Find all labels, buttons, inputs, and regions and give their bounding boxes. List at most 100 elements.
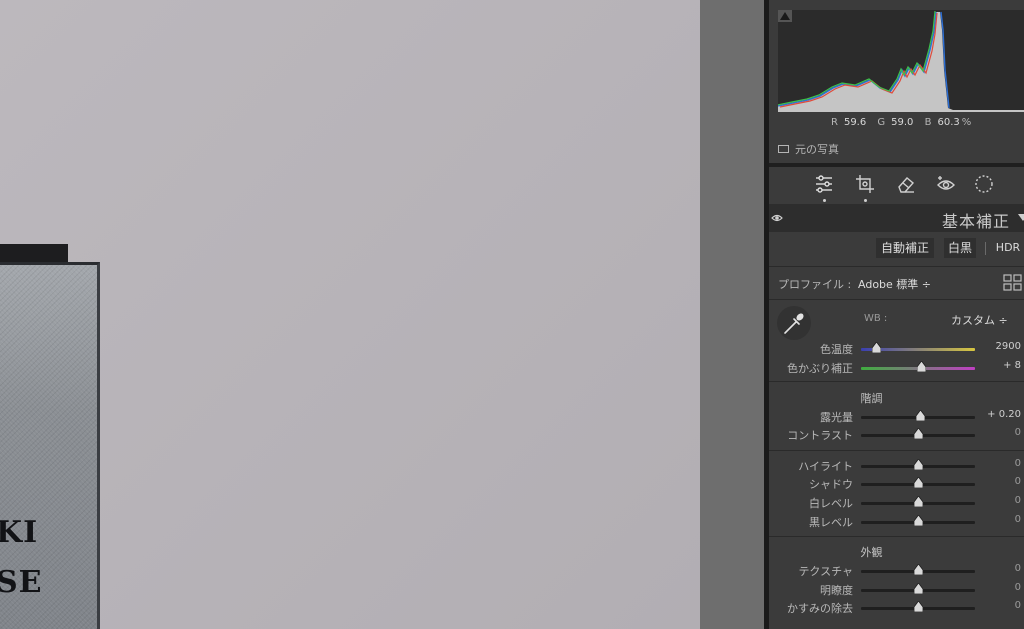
slider-contrast: コントラスト 0 — [769, 427, 1024, 445]
slider-knob-texture[interactable] — [914, 564, 923, 575]
slider-knob-contrast[interactable] — [914, 428, 923, 439]
slider-value-blacks[interactable]: 0 — [1015, 514, 1021, 525]
highlight-clipping-icon[interactable] — [778, 10, 792, 22]
slider-shadows: シャドウ 0 — [769, 476, 1024, 494]
eyedropper-icon — [784, 313, 804, 334]
tone-section-title: 階調 — [860, 392, 883, 405]
g-label: G — [877, 117, 886, 128]
divider — [769, 381, 1024, 382]
profile-browser-icon[interactable] — [1003, 274, 1023, 291]
profile-label: プロファイル : — [778, 278, 852, 291]
slider-highlights: ハイライト 0 — [769, 458, 1024, 476]
divider — [769, 299, 1024, 300]
slider-value-texture[interactable]: 0 — [1015, 563, 1021, 574]
slider-knob-shadows[interactable] — [914, 477, 923, 488]
slider-value-exposure[interactable]: + 0.20 — [987, 409, 1021, 420]
slider-value-shadows[interactable]: 0 — [1015, 476, 1021, 487]
slider-label-texture: テクスチャ — [798, 565, 853, 578]
rgb-readout: R 59.6 G 59.0 B 60.3% — [831, 117, 977, 128]
mask-icon[interactable] — [973, 173, 995, 195]
slider-dehaze: かすみの除去 0 — [769, 600, 1024, 618]
slider-knob-temperature[interactable] — [871, 342, 881, 353]
r-label: R — [831, 117, 838, 128]
original-photo-toggle[interactable]: 元の写真 — [778, 141, 839, 157]
wb-label: WB : — [864, 313, 888, 324]
book-title-line-1: KI — [0, 515, 39, 550]
wb-select[interactable]: カスタム ÷ — [951, 312, 1008, 328]
visibility-eye-icon[interactable] — [771, 212, 783, 224]
basic-panel-title: 基本補正 — [941, 212, 1010, 231]
redeye-icon[interactable] — [935, 173, 957, 195]
auto-row: 自動補正 白黒 HDR — [769, 232, 1024, 266]
b-label: B — [924, 117, 932, 128]
slider-track-temperature[interactable] — [861, 342, 975, 353]
slider-knob-whites[interactable] — [914, 496, 923, 507]
button-divider — [985, 242, 986, 255]
slider-track-shadows[interactable] — [861, 477, 975, 488]
original-photo-label: 元の写真 — [795, 143, 839, 156]
slider-label-highlights: ハイライト — [798, 460, 853, 473]
slider-label-shadows: シャドウ — [809, 478, 853, 491]
slider-knob-exposure[interactable] — [916, 410, 926, 421]
r-value: 59.6 — [843, 117, 867, 128]
crop-icon[interactable] — [854, 173, 876, 195]
slider-knob-dehaze[interactable] — [914, 601, 923, 612]
slider-value-dehaze[interactable]: 0 — [1015, 600, 1021, 611]
edit-active-dot — [823, 199, 826, 202]
slider-track-exposure[interactable] — [861, 410, 975, 421]
b-value: 60.3 — [937, 117, 960, 128]
slider-label-clarity: 明瞭度 — [820, 584, 853, 597]
slider-value-whites[interactable]: 0 — [1015, 495, 1021, 506]
divider — [769, 536, 1024, 537]
slider-track-clarity[interactable] — [861, 583, 975, 594]
slider-track-texture[interactable] — [861, 564, 975, 575]
slider-exposure: 露光量 + 0.20 — [769, 409, 1024, 427]
presence-section-title: 外観 — [860, 546, 883, 559]
book-cover: KI SE — [0, 262, 100, 629]
slider-track-dehaze[interactable] — [861, 601, 975, 612]
hdr-button[interactable]: HDR — [993, 238, 1023, 258]
slider-track-whites[interactable] — [861, 496, 975, 507]
g-value: 59.0 — [891, 117, 914, 128]
canvas-gutter — [700, 0, 764, 629]
slider-value-tint[interactable]: + 8 — [1003, 360, 1021, 371]
black-white-button[interactable]: 白黒 — [944, 238, 976, 258]
slider-clarity: 明瞭度 0 — [769, 582, 1024, 600]
histogram — [778, 10, 1024, 112]
slider-track-blacks[interactable] — [861, 515, 975, 526]
slider-label-tint: 色かぶり補正 — [787, 362, 853, 375]
auto-button[interactable]: 自動補正 — [876, 238, 934, 258]
slider-value-temperature[interactable]: 2900 — [996, 341, 1021, 352]
slider-label-exposure: 露光量 — [820, 411, 853, 424]
slider-label-whites: 白レベル — [809, 497, 853, 510]
slider-label-blacks: 黒レベル — [809, 516, 853, 529]
slider-value-highlights[interactable]: 0 — [1015, 458, 1021, 469]
slider-label-contrast: コントラスト — [787, 429, 853, 442]
divider — [769, 450, 1024, 451]
slider-label-dehaze: かすみの除去 — [787, 602, 853, 615]
photo-canvas[interactable]: KI SE — [0, 0, 700, 629]
profile-select[interactable]: Adobe 標準 ÷ — [858, 276, 931, 292]
slider-knob-blacks[interactable] — [914, 515, 923, 526]
collapse-caret-icon[interactable] — [1018, 214, 1024, 221]
slider-track-tint[interactable] — [861, 361, 975, 372]
crop-active-dot — [864, 199, 867, 202]
histogram-section: R 59.6 G 59.0 B 60.3% 元の写真 — [769, 0, 1024, 163]
slider-value-clarity[interactable]: 0 — [1015, 582, 1021, 593]
basic-panel-header[interactable]: 基本補正 — [769, 204, 1024, 232]
slider-knob-tint[interactable] — [917, 361, 927, 372]
edit-sliders-icon[interactable] — [813, 173, 835, 195]
slider-blacks: 黒レベル 0 — [769, 514, 1024, 532]
slider-knob-highlights[interactable] — [914, 459, 923, 470]
wb-picker-button[interactable] — [777, 306, 811, 340]
book-title-line-2: SE — [0, 565, 43, 600]
percent-unit: % — [961, 117, 972, 128]
slider-texture: テクスチャ 0 — [769, 563, 1024, 581]
histogram-graph — [778, 10, 1024, 112]
slider-temperature: 色温度 2900 — [769, 341, 1024, 359]
slider-track-highlights[interactable] — [861, 459, 975, 470]
slider-knob-clarity[interactable] — [914, 583, 923, 594]
slider-value-contrast[interactable]: 0 — [1015, 427, 1021, 438]
eraser-icon[interactable] — [895, 173, 917, 195]
slider-track-contrast[interactable] — [861, 428, 975, 439]
